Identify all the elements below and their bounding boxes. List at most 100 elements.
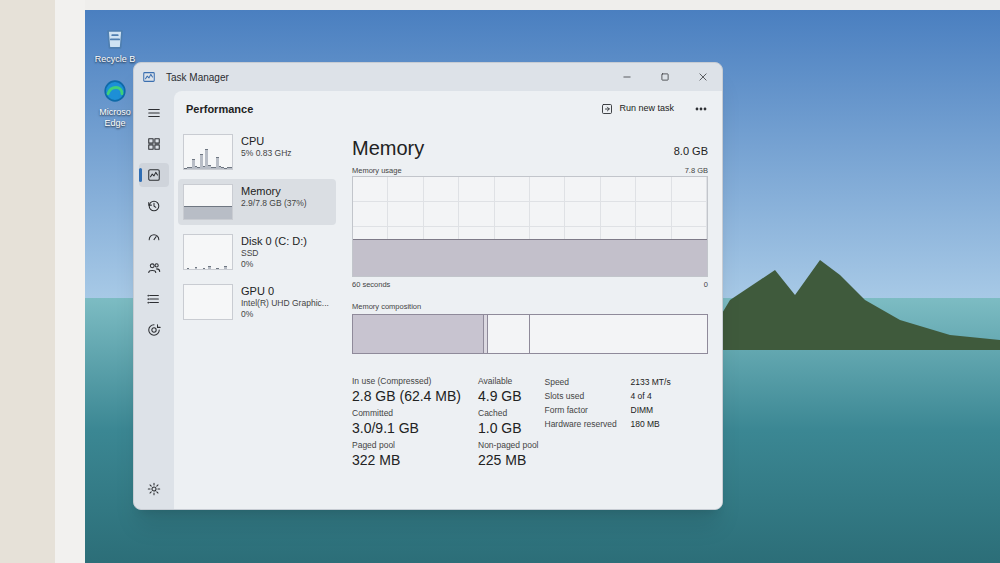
resource-detail: 2.9/7.8 GB (37%) xyxy=(241,198,307,209)
usage-bar xyxy=(542,239,554,276)
composition-label: Memory composition xyxy=(352,301,708,312)
spec-value: 2133 MT/s xyxy=(631,376,671,388)
close-icon[interactable] xyxy=(684,63,722,91)
resource-item[interactable]: Disk 0 (C: D:)SSD0% xyxy=(178,229,336,275)
usage-bar xyxy=(601,239,613,276)
settings-icon[interactable] xyxy=(142,477,166,501)
spec-value: 180 MB xyxy=(631,418,671,430)
memory-title: Memory xyxy=(352,133,424,163)
composition-segment xyxy=(488,315,530,353)
usage-bar xyxy=(648,239,660,276)
usage-bar xyxy=(577,239,589,276)
resource-mini-graph xyxy=(183,284,233,320)
menu-icon[interactable] xyxy=(142,101,166,125)
usage-bar xyxy=(624,239,636,276)
stat: Paged pool322 MB xyxy=(352,440,474,469)
content-panel: PerformanceRun new taskCPU5% 0.83 GHzMem… xyxy=(174,91,722,509)
time-label: 60 seconds xyxy=(352,279,390,290)
details-icon[interactable] xyxy=(147,292,161,306)
grid-cell xyxy=(388,202,423,227)
usage-bar xyxy=(495,239,507,276)
resource-name: CPU xyxy=(241,134,292,148)
usage-bar xyxy=(353,239,365,276)
stat: Cached1.0 GB xyxy=(478,408,539,437)
services-icon[interactable] xyxy=(147,323,161,337)
resource-item[interactable]: GPU 0Intel(R) UHD Graphic...0% xyxy=(178,279,336,325)
edge-icon[interactable] xyxy=(101,77,129,105)
page-title: Performance xyxy=(186,101,253,118)
grid-cell xyxy=(353,177,388,202)
run-new-task-label: Run new task xyxy=(619,102,674,116)
mini-graph-bar xyxy=(229,206,232,219)
stat-label: Paged pool xyxy=(352,440,474,451)
usage-bar xyxy=(695,239,707,276)
minimize-icon[interactable] xyxy=(608,63,646,91)
resource-item[interactable]: CPU5% 0.83 GHz xyxy=(178,129,336,175)
selection-indicator xyxy=(139,168,142,182)
mini-graph-bar xyxy=(195,267,198,269)
bezel xyxy=(55,0,85,563)
usage-bar xyxy=(672,239,684,276)
nav-item[interactable] xyxy=(139,163,169,187)
resource-detail: 0% xyxy=(241,259,307,270)
stat-value: 4.9 GB xyxy=(478,387,539,405)
stat: In use (Compressed)2.8 GB (62.4 MB) xyxy=(352,376,474,405)
resource-mini-graph xyxy=(183,134,233,170)
stat-value: 322 MB xyxy=(352,451,474,469)
usage-bar xyxy=(447,239,459,276)
usage-bar xyxy=(660,239,672,276)
desktop: Recycle BMicroso Edge Task ManagerPerfor… xyxy=(85,10,1000,563)
usage-bar xyxy=(459,239,471,276)
nav-item[interactable] xyxy=(139,225,169,249)
desktop-icon[interactable]: Recycle B xyxy=(89,24,141,65)
app-history-icon[interactable] xyxy=(147,199,161,213)
usage-stats: In use (Compressed)2.8 GB (62.4 MB)Avail… xyxy=(352,376,539,469)
maximize-icon[interactable] xyxy=(646,63,684,91)
resource-name: Disk 0 (C: D:) xyxy=(241,234,307,248)
window-title: Task Manager xyxy=(166,70,229,85)
composition-segment xyxy=(353,315,484,353)
page-header: Performance Run new task xyxy=(174,91,722,127)
grid-cell xyxy=(495,202,530,227)
resource-detail: 5% 0.83 GHz xyxy=(241,148,292,159)
stat-label: Non-paged pool xyxy=(478,440,539,451)
usage-bar xyxy=(400,239,412,276)
nav-item[interactable] xyxy=(139,194,169,218)
users-icon[interactable] xyxy=(147,261,161,275)
run-new-task-button[interactable]: Run new task xyxy=(595,99,680,119)
grid-cell xyxy=(672,177,707,202)
processes-icon[interactable] xyxy=(147,137,161,151)
usage-bar xyxy=(483,239,495,276)
resource-list: CPU5% 0.83 GHzMemory2.9/7.8 GB (37%)Disk… xyxy=(174,127,336,509)
spec-value: DIMM xyxy=(631,404,671,416)
performance-icon[interactable] xyxy=(147,168,161,182)
stat-value: 2.8 GB (62.4 MB) xyxy=(352,387,474,405)
usage-bar xyxy=(506,239,518,276)
resource-detail: Intel(R) UHD Graphic... xyxy=(241,298,329,309)
recycle-bin-icon[interactable] xyxy=(101,24,129,52)
memory-stats: In use (Compressed)2.8 GB (62.4 MB)Avail… xyxy=(352,376,708,469)
usage-bar xyxy=(471,239,483,276)
top-bezel xyxy=(85,0,1000,10)
usage-bar xyxy=(412,239,424,276)
title-bar: Task Manager xyxy=(134,63,722,91)
time-end: 0 xyxy=(704,279,708,290)
grid-cell xyxy=(424,202,459,227)
spec-label: Hardware reserved xyxy=(545,418,631,430)
resource-item[interactable]: Memory2.9/7.8 GB (37%) xyxy=(178,179,336,225)
startup-apps-icon[interactable] xyxy=(147,230,161,244)
mini-graph-bar xyxy=(224,266,227,269)
nav-item[interactable] xyxy=(139,132,169,156)
grid-cell xyxy=(565,177,600,202)
nav-item[interactable] xyxy=(139,318,169,342)
spec-label: Slots used xyxy=(545,390,631,402)
window-body: PerformanceRun new taskCPU5% 0.83 GHzMem… xyxy=(134,91,722,509)
more-options-icon[interactable] xyxy=(690,101,712,117)
mini-graph-bar xyxy=(216,268,219,269)
resource-detail: SSD xyxy=(241,248,307,259)
nav-item[interactable] xyxy=(139,256,169,280)
usage-bar xyxy=(565,239,577,276)
usage-bar xyxy=(683,239,695,276)
nav-item[interactable] xyxy=(139,287,169,311)
stat-label: Committed xyxy=(352,408,474,419)
